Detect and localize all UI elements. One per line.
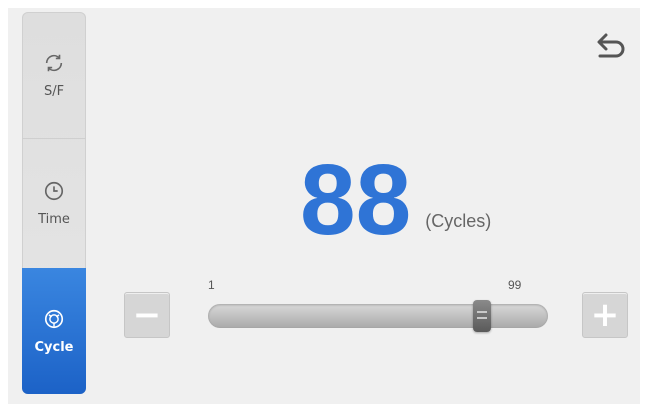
value-display: 88 (Cycles) [300, 140, 491, 250]
slider-max-label: 99 [508, 278, 522, 292]
tab-label-time: Time [38, 211, 70, 227]
slider-min-label: 1 [208, 278, 215, 292]
tab-time[interactable]: Time [22, 140, 86, 266]
plus-icon: + [590, 295, 620, 335]
tab-sf[interactable]: S/F [22, 12, 86, 139]
cycle-slider[interactable] [208, 300, 548, 332]
cycle-value: 88 [300, 144, 412, 256]
tab-label-sf: S/F [43, 83, 65, 99]
slider-thumb[interactable] [473, 300, 491, 332]
tab-cycle[interactable]: Cycle [22, 268, 86, 394]
tab-label-cycle: Cycle [34, 339, 74, 355]
cycle-icon [44, 309, 64, 328]
cycle-unit: (Cycles) [425, 211, 492, 231]
increment-button[interactable]: + [582, 292, 628, 338]
slider-track[interactable] [208, 304, 548, 328]
minus-icon: − [132, 295, 162, 335]
refresh-icon [45, 54, 63, 71]
clock-icon [44, 181, 64, 200]
sidebar: S/F Time Cycle [22, 12, 86, 394]
back-arrow-icon[interactable] [592, 28, 628, 64]
decrement-button[interactable]: − [124, 292, 170, 338]
